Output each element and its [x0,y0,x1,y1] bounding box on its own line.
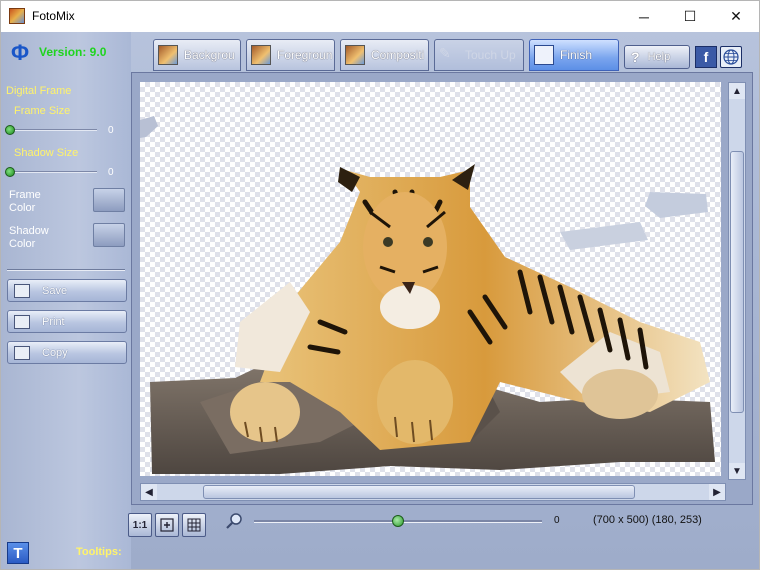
shadow-color-label-line2: Color [9,238,36,250]
shadow-size-label: Shadow Size [14,147,79,159]
tab-background-label: Backgrou [184,48,235,62]
copy-icon [14,345,30,360]
frame-color-label-line2: Color [9,202,36,214]
tooltips-icon[interactable]: T [7,542,29,564]
shadow-size-slider-knob[interactable] [5,167,15,177]
zoom-icon [224,511,244,531]
foreground-tab-icon [251,45,271,65]
tab-foreground-label: Foregroun [277,48,333,62]
tab-composition[interactable]: Compositi [340,39,429,71]
save-icon [14,283,30,298]
question-icon: ? [631,49,640,65]
shadow-color-label-line1: Shadow [9,225,49,237]
tab-finish[interactable]: Finish [529,39,619,71]
save-button-label: Save [42,284,68,297]
horizontal-scroll-thumb[interactable] [203,485,635,499]
shadow-color-label: Shadow Color [9,225,49,251]
grid-button[interactable] [182,513,206,537]
left-panel: Φ Version: 9.0 Digital Frame Frame Size … [1,32,131,569]
vertical-scrollbar[interactable]: ▲ ▼ [728,82,746,480]
tiger-image [140,116,715,474]
digital-frame-title: Digital Frame [6,85,72,97]
save-button[interactable]: Save [7,279,127,302]
version-label: Version: 9.0 [39,45,107,59]
fit-window-icon [160,518,174,532]
print-icon [14,314,30,329]
copy-button-label: Copy [42,346,68,359]
print-button-label: Print [42,315,65,328]
copy-button[interactable]: Copy [7,341,127,364]
help-button-label: Help [647,51,671,63]
scroll-up-icon[interactable]: ▲ [729,83,745,99]
shadow-size-slider[interactable] [9,171,97,173]
frame-color-label-line1: Frame [9,189,41,201]
client-area: Φ Version: 9.0 Digital Frame Frame Size … [1,32,759,569]
zoom-value: 0 [554,515,560,526]
shadow-color-button[interactable] [93,223,125,247]
title-bar: FotoMix ─ ☐ ✕ [1,1,759,32]
fotomix-logo-icon: Φ [10,40,30,65]
frame-color-label: Frame Color [9,189,41,215]
facebook-icon[interactable]: f [695,46,717,68]
image-frame: ▲ ▼ ◀ ▶ [131,72,753,505]
print-button[interactable]: Print [7,310,127,333]
actual-size-button[interactable]: 1:1 [128,513,152,537]
frame-size-slider-knob[interactable] [5,125,15,135]
scroll-down-icon[interactable]: ▼ [729,463,745,479]
frame-size-slider[interactable] [9,129,97,131]
image-dimensions-readout: (700 x 500) (180, 253) [593,514,702,526]
background-tab-icon [158,45,178,65]
image-canvas[interactable] [140,82,721,476]
frame-size-value: 0 [108,125,114,136]
close-button[interactable]: ✕ [713,1,759,32]
tab-foreground[interactable]: Foregroun [246,39,335,71]
zoom-slider-knob[interactable] [392,515,404,527]
globe-icon[interactable] [720,46,742,68]
grid-icon [187,518,201,532]
frame-color-button[interactable] [93,188,125,212]
maximize-button[interactable]: ☐ [667,1,713,32]
tab-background[interactable]: Backgrou [153,39,241,71]
window-title: FotoMix [32,9,75,23]
scroll-right-icon[interactable]: ▶ [709,484,725,500]
tab-touch-up[interactable]: ✎ Touch Up [434,39,524,71]
app-icon [9,8,25,24]
fit-to-window-button[interactable] [155,513,179,537]
tab-touch-up-label: Touch Up [465,48,516,62]
frame-size-label: Frame Size [14,105,71,117]
tab-finish-label: Finish [560,48,593,62]
brush-icon: ✎ [439,45,451,61]
divider [7,269,125,271]
help-button[interactable]: ? Help [624,45,690,69]
fotomix-window: FotoMix ─ ☐ ✕ Φ Version: 9.0 Digital Fra… [0,0,760,570]
scroll-left-icon[interactable]: ◀ [141,484,157,500]
vertical-scroll-thumb[interactable] [730,151,744,413]
tooltips-label: Tooltips: [76,546,122,558]
minimize-button[interactable]: ─ [621,1,667,32]
shadow-size-value: 0 [108,167,114,178]
composition-tab-icon [345,45,365,65]
horizontal-scrollbar[interactable]: ◀ ▶ [140,483,726,501]
tab-composition-label: Compositi [371,48,425,62]
finish-tab-icon [534,45,554,65]
